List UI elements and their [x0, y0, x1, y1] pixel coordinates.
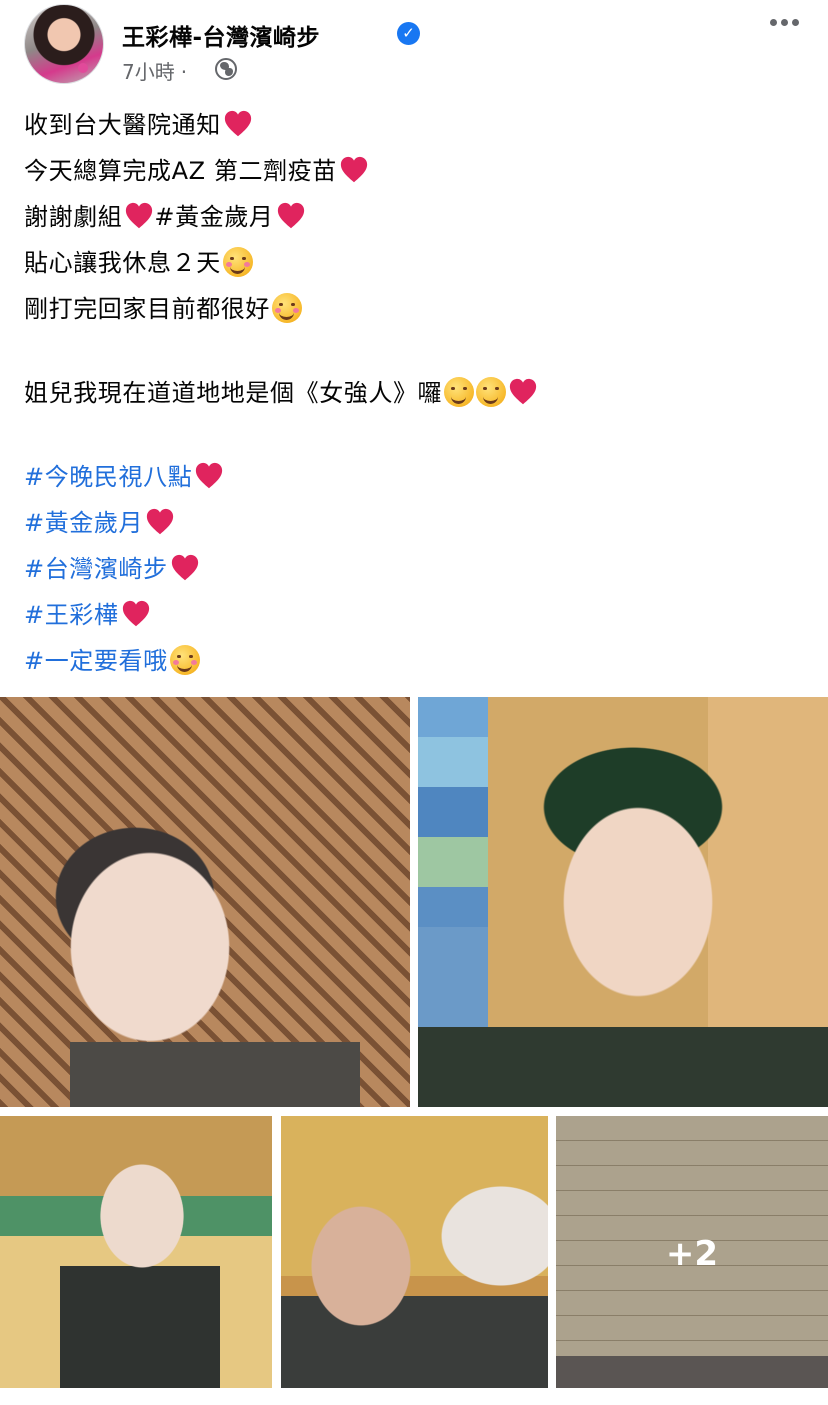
more-photos-count[interactable]: +2	[556, 1234, 828, 1274]
red-heart-icon	[277, 202, 304, 229]
red-heart-icon	[171, 554, 198, 581]
text-line: 謝謝劇組 #黃金歲月	[24, 194, 814, 240]
hashtag-line: #王彩樺	[24, 592, 814, 638]
globe-icon	[215, 58, 237, 80]
hashtag-line: #台灣濱崎步	[24, 546, 814, 592]
post-text: 收到台大醫院通知 今天總算完成AZ 第二劑疫苗 謝謝劇組 #黃金歲月 貼心讓我休息…	[24, 102, 814, 684]
red-heart-icon	[126, 202, 153, 229]
post-timestamp[interactable]: 7小時	[122, 60, 175, 84]
verified-badge-icon: ✓	[397, 22, 420, 45]
post-photo-5[interactable]: +2	[556, 1116, 828, 1388]
text-line: 姐兒我現在道道地地是個《女強人》囉	[24, 370, 814, 416]
red-heart-icon	[146, 508, 174, 535]
page-name[interactable]: 王彩樺-台灣濱崎步	[122, 18, 320, 52]
post-header: 王彩樺-台灣濱崎步 ✓ 7小時 ·	[24, 4, 814, 84]
hashtag-line: #一定要看哦	[24, 638, 814, 684]
red-heart-icon	[196, 462, 223, 489]
post-photo-1[interactable]	[0, 697, 410, 1107]
hashtag-link[interactable]: #王彩樺	[24, 601, 119, 629]
post-photo-4[interactable]	[281, 1116, 548, 1388]
face-blowing-kiss-icon	[169, 645, 200, 675]
hashtag-link[interactable]: #今晚民視八點	[24, 463, 192, 491]
smiling-face-with-hearts-icon	[222, 247, 253, 277]
text-line: 貼心讓我休息２天	[24, 240, 814, 286]
text-line: 今天總算完成AZ 第二劑疫苗	[24, 148, 814, 194]
hashtag-line: #今晚民視八點	[24, 454, 814, 500]
post-meta: 7小時 ·	[122, 56, 193, 85]
text-line: 剛打完回家目前都很好	[24, 286, 814, 332]
post-photo-3[interactable]	[0, 1116, 272, 1388]
post-photo-2[interactable]	[418, 697, 828, 1107]
hashtag-link[interactable]: #台灣濱崎步	[24, 555, 168, 583]
red-heart-icon	[224, 110, 251, 137]
red-heart-icon	[340, 156, 368, 183]
red-heart-icon	[122, 600, 149, 627]
partying-face-icon	[476, 377, 507, 407]
hashtag-line: #黃金歲月	[24, 500, 814, 546]
red-heart-icon	[510, 378, 537, 405]
meta-separator: ·	[180, 60, 188, 84]
more-options-icon[interactable]	[770, 12, 804, 32]
text-line: 收到台大醫院通知	[24, 102, 814, 148]
hashtag-link[interactable]: #一定要看哦	[24, 647, 168, 675]
page-avatar[interactable]	[24, 4, 104, 84]
rolling-on-floor-laughing-icon	[444, 377, 475, 407]
inline-hashtag[interactable]: #黃金歲月	[154, 203, 273, 231]
hashtag-link[interactable]: #黃金歲月	[24, 509, 143, 537]
smiling-face-icon	[272, 293, 302, 323]
